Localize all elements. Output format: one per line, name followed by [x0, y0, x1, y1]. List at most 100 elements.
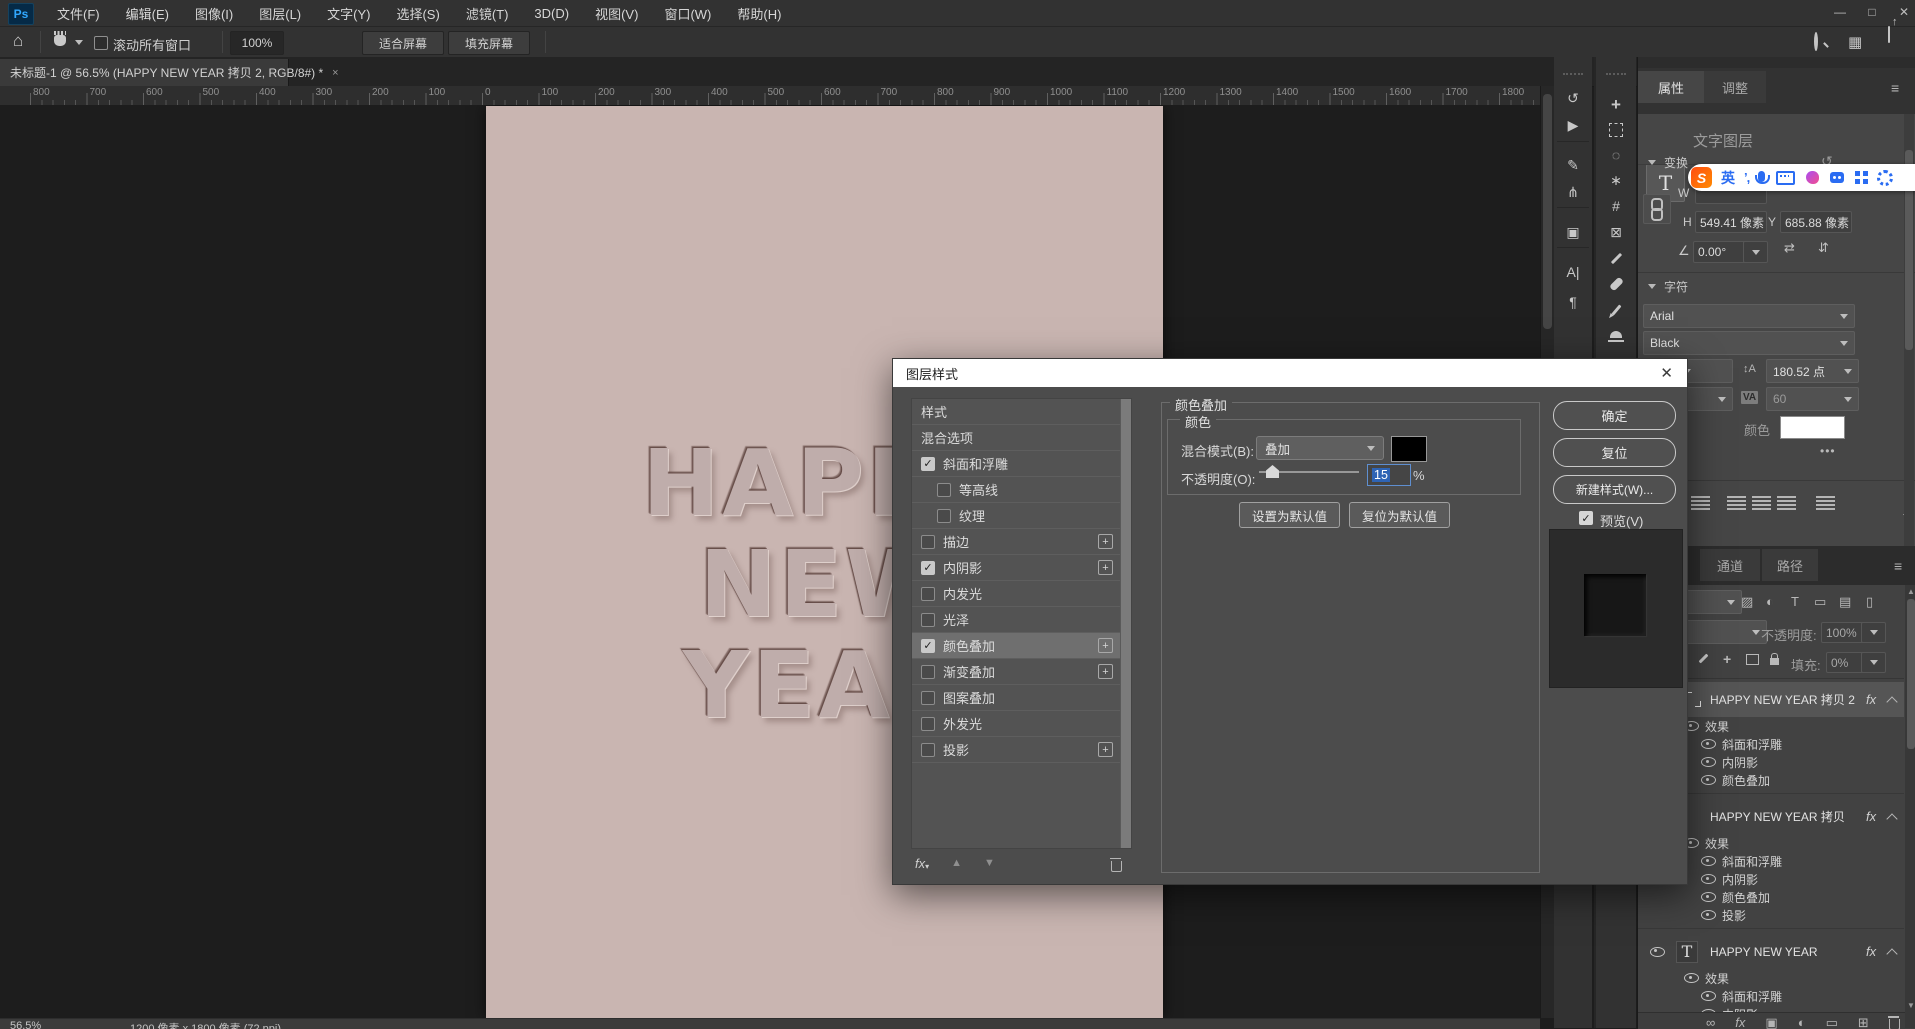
menu-dd[interactable]: 3D(D): [521, 6, 582, 21]
type-layer-thumbnail[interactable]: T: [1676, 941, 1698, 963]
history-icon[interactable]: ↺: [1554, 86, 1592, 110]
style-row-10[interactable]: 渐变叠加+: [912, 659, 1120, 685]
drag-handle[interactable]: [1606, 73, 1626, 75]
scroll-all-windows-checkbox[interactable]: [94, 36, 108, 50]
visibility-eye-icon[interactable]: [1701, 775, 1716, 785]
style-row-7[interactable]: 内发光: [912, 581, 1120, 607]
add-effect-icon[interactable]: fx: [915, 856, 925, 871]
move-effect-down-icon[interactable]: ▼: [984, 857, 995, 869]
visibility-eye-icon[interactable]: [1701, 856, 1716, 866]
more-options-icon[interactable]: •••: [1820, 444, 1836, 458]
type-layer-filter-icon[interactable]: T: [1791, 594, 1799, 609]
opacity-dropdown[interactable]: [1861, 622, 1886, 643]
collapse-effects-icon[interactable]: [1886, 948, 1897, 959]
shape-layer-filter-icon[interactable]: ▭: [1814, 594, 1826, 610]
style-row-13[interactable]: 投影+: [912, 737, 1120, 763]
smart-object-filter-icon[interactable]: ▤: [1839, 594, 1851, 610]
visibility-eye-icon[interactable]: [1701, 991, 1716, 1001]
flip-horizontal-icon[interactable]: ⇄: [1784, 240, 1795, 256]
move-tool-icon[interactable]: +: [1596, 93, 1636, 117]
drag-handle[interactable]: [1563, 73, 1583, 75]
paragraph-panel-icon[interactable]: ¶: [1554, 290, 1592, 314]
clone-stamp-icon[interactable]: [1596, 324, 1636, 348]
new-layer-icon[interactable]: ⊞: [1858, 1013, 1869, 1029]
visibility-eye-icon[interactable]: [1684, 973, 1699, 983]
fill-screen-button[interactable]: 填充屏幕: [448, 31, 530, 55]
lock-artboard-icon[interactable]: [1746, 654, 1759, 665]
document-tab[interactable]: 未标题-1 @ 56.5% (HAPPY NEW YEAR 拷贝 2, RGB/…: [0, 59, 289, 86]
style-row-9[interactable]: ✓颜色叠加+: [912, 633, 1120, 659]
overlay-color-swatch[interactable]: [1391, 436, 1427, 462]
scroll-down-icon[interactable]: ▼: [1907, 1001, 1915, 1010]
document-tab-close-icon[interactable]: ×: [332, 67, 338, 79]
unchecked-checkbox[interactable]: [921, 743, 935, 757]
styles-list-scrollbar[interactable]: [1120, 399, 1131, 848]
unchecked-checkbox[interactable]: [937, 483, 951, 497]
align-left-icon[interactable]: [1727, 496, 1746, 510]
scrollbar-thumb[interactable]: [1907, 599, 1915, 749]
preview-checkbox[interactable]: ✓: [1579, 511, 1593, 525]
brushes-icon[interactable]: ⋔: [1554, 180, 1592, 204]
transform-section-caret-icon[interactable]: [1648, 160, 1656, 165]
brush-settings-icon[interactable]: ✎: [1554, 153, 1592, 177]
visibility-eye-icon[interactable]: [1701, 892, 1716, 902]
menu-e[interactable]: 编辑(E): [113, 4, 182, 23]
style-row-3[interactable]: 等高线: [912, 477, 1120, 503]
checked-checkbox[interactable]: ✓: [921, 457, 935, 471]
tab-paths[interactable]: 路径: [1762, 549, 1818, 581]
grid-icon[interactable]: [1855, 171, 1866, 184]
reset-default-button[interactable]: 复位为默认值: [1349, 502, 1450, 528]
ime-punctuation-icon[interactable]: ’,: [1744, 170, 1749, 185]
skin-icon[interactable]: [1806, 171, 1819, 184]
minimize-button[interactable]: —: [1825, 0, 1855, 24]
add-instance-icon[interactable]: +: [1098, 742, 1113, 757]
restore-button[interactable]: □: [1857, 0, 1887, 24]
tab-properties[interactable]: 属性: [1638, 71, 1704, 103]
justify-left-icon[interactable]: [1691, 496, 1710, 510]
dialog-close-icon[interactable]: ✕: [1660, 364, 1673, 382]
dialog-title-bar[interactable]: 图层样式 ✕: [893, 359, 1687, 387]
unchecked-checkbox[interactable]: [921, 691, 935, 705]
delete-layer-icon[interactable]: [1889, 1013, 1900, 1029]
style-row-8[interactable]: 光泽: [912, 607, 1120, 633]
filter-toggle-icon[interactable]: ▯: [1866, 594, 1873, 610]
add-instance-icon[interactable]: +: [1098, 638, 1113, 653]
clone-source-icon[interactable]: ▣: [1554, 220, 1592, 244]
style-row-4[interactable]: 纹理: [912, 503, 1120, 529]
fx-badge[interactable]: fx: [1866, 944, 1876, 959]
layers-scrollbar[interactable]: ▲ ▼: [1905, 585, 1915, 1028]
ime-language-toggle[interactable]: 英: [1721, 168, 1735, 188]
character-section-caret-icon[interactable]: [1648, 284, 1656, 289]
unchecked-checkbox[interactable]: [921, 587, 935, 601]
opacity-value-field[interactable]: 15: [1367, 464, 1411, 486]
style-row-1[interactable]: 混合选项: [912, 425, 1120, 451]
layer-group-icon[interactable]: ▭: [1826, 1013, 1838, 1029]
scroll-up-icon[interactable]: ▲: [1907, 587, 1915, 596]
move-effect-up-icon[interactable]: ▲: [951, 857, 962, 869]
layer-row[interactable]: THAPPY NEW YEARfx: [1638, 934, 1904, 969]
frame-tool-icon[interactable]: ⊠: [1596, 220, 1636, 244]
link-layers-icon[interactable]: ∞: [1706, 1013, 1715, 1029]
ime-toolbar[interactable]: S 英 ’,: [1688, 164, 1915, 191]
visibility-eye-icon[interactable]: [1650, 947, 1665, 957]
unchecked-checkbox[interactable]: [921, 613, 935, 627]
adjustment-layer-icon[interactable]: ◐: [1798, 1013, 1806, 1029]
unchecked-checkbox[interactable]: [921, 665, 935, 679]
collapse-effects-icon[interactable]: [1886, 696, 1897, 707]
tracking-field[interactable]: 60: [1766, 387, 1859, 411]
flip-vertical-icon[interactable]: ⇵: [1818, 240, 1829, 256]
height-field[interactable]: 549.41 像素: [1695, 211, 1767, 233]
panel-menu-icon[interactable]: ≡: [1894, 558, 1902, 574]
search-icon[interactable]: [1814, 32, 1818, 51]
menu-h[interactable]: 帮助(H): [724, 4, 794, 23]
reset-button[interactable]: 复位: [1553, 438, 1676, 467]
delete-effect-icon[interactable]: [1111, 861, 1122, 872]
styles-header-row[interactable]: 样式: [912, 399, 1120, 425]
panel-menu-icon[interactable]: ≡: [1891, 80, 1899, 96]
menu-w[interactable]: 窗口(W): [651, 4, 724, 23]
visibility-eye-icon[interactable]: [1701, 757, 1716, 767]
layer-style-icon[interactable]: fx: [1735, 1013, 1745, 1029]
y-field[interactable]: 685.88 像素: [1780, 211, 1852, 233]
fit-screen-button[interactable]: 适合屏幕: [362, 31, 444, 55]
zoom-100-button[interactable]: 100%: [230, 31, 284, 55]
